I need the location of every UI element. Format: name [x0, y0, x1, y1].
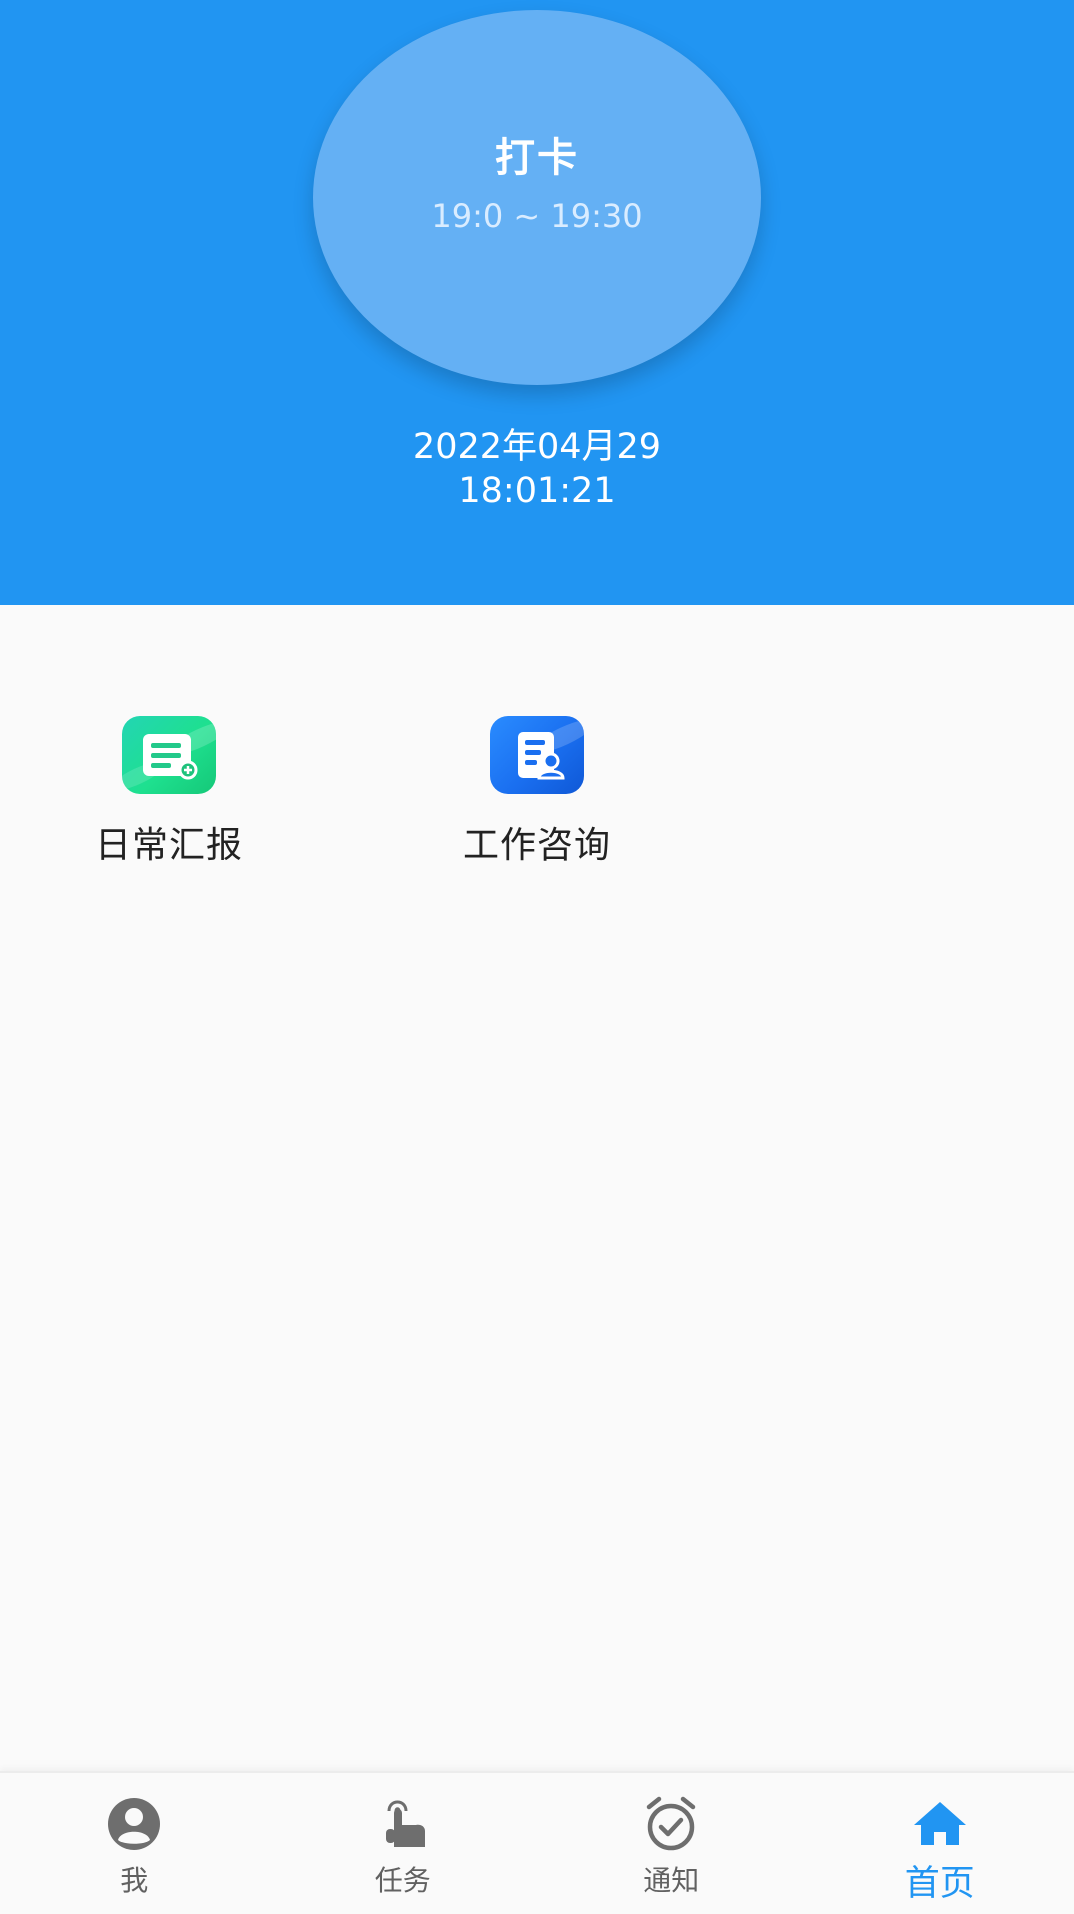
checkin-time-range: 19:0 ~ 19:30	[431, 196, 643, 235]
checkin-button[interactable]: 打卡 19:0 ~ 19:30	[313, 10, 761, 385]
nav-item-tasks[interactable]: 任务	[269, 1773, 538, 1914]
feature-work-consult[interactable]: 工作咨询	[427, 716, 647, 868]
nav-label-me: 我	[120, 1864, 149, 1897]
nav-item-me[interactable]: 我	[0, 1773, 269, 1914]
feature-daily-report[interactable]: 日常汇报	[59, 716, 279, 868]
current-date: 2022年04月29	[412, 427, 662, 467]
work-consult-icon	[490, 716, 584, 794]
current-time: 18:01:21	[458, 471, 616, 511]
tap-hand-icon	[371, 1795, 435, 1853]
daily-report-icon	[122, 716, 216, 794]
nav-label-tasks: 任务	[374, 1864, 431, 1897]
nav-label-notifications: 通知	[643, 1864, 700, 1897]
person-icon	[102, 1795, 166, 1853]
bottom-navigation: 我 任务 通知 首页	[0, 1771, 1074, 1914]
feature-label: 日常汇报	[94, 825, 243, 866]
current-datetime: 2022年04月29 18:01:21	[0, 425, 1074, 513]
nav-item-notifications[interactable]: 通知	[537, 1773, 806, 1914]
nav-item-home[interactable]: 首页	[806, 1773, 1074, 1914]
nav-label-home: 首页	[904, 1864, 975, 1904]
feature-label: 工作咨询	[462, 825, 611, 866]
home-icon	[908, 1795, 972, 1853]
header-panel: 打卡 19:0 ~ 19:30 2022年04月29 18:01:21	[0, 0, 1074, 605]
checkin-title: 打卡	[495, 134, 579, 181]
alarm-clock-icon	[639, 1795, 703, 1853]
app-screen: 打卡 19:0 ~ 19:30 2022年04月29 18:01:21 日常汇报	[0, 0, 1074, 1914]
